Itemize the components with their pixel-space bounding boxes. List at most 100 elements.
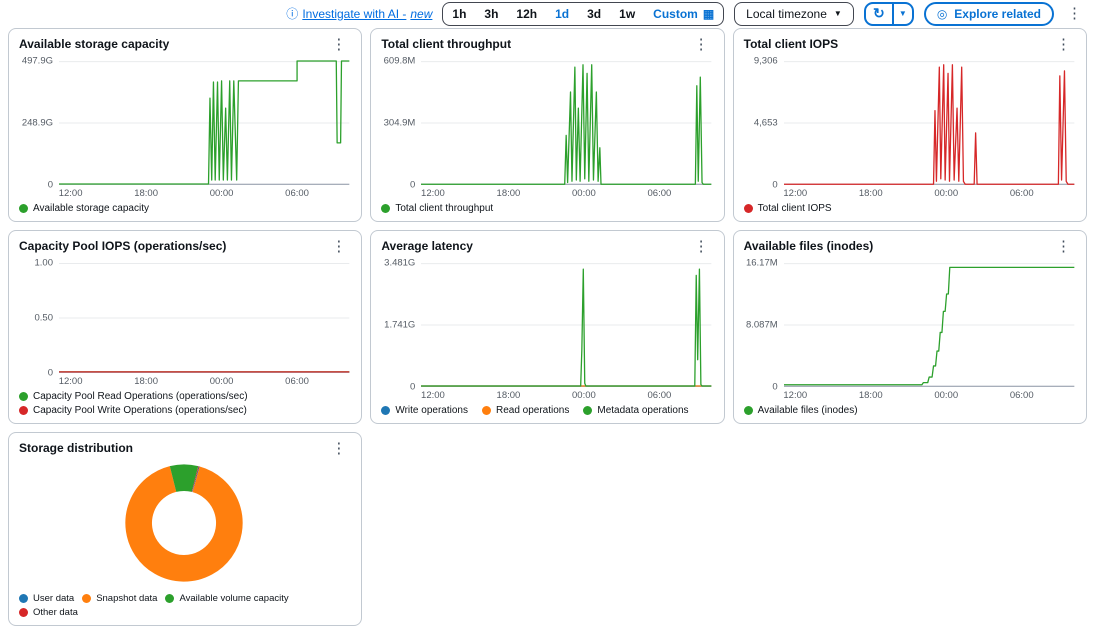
time-range-label: 3h <box>484 6 499 21</box>
x-axis-label: 00:00 <box>209 188 234 199</box>
legend-label: Available files (inodes) <box>757 405 858 416</box>
legend-marker <box>19 204 28 213</box>
chart-legend: Total client throughput <box>381 200 711 214</box>
legend-marker <box>743 204 753 213</box>
chart-title: Total client throughput <box>381 37 512 51</box>
legend-label: Capacity Pool Write Operations (operatio… <box>33 405 247 416</box>
time-range-custom[interactable]: Custom ▦ <box>644 3 723 25</box>
legend-marker <box>19 608 28 617</box>
legend-item[interactable]: Read operations <box>481 405 570 416</box>
legend-marker <box>19 406 28 415</box>
kebab-icon: ⋮ <box>1067 5 1082 22</box>
time-range-1h[interactable]: 1h <box>443 3 475 25</box>
legend-item[interactable]: Capacity Pool Read Operations (operation… <box>19 391 248 402</box>
time-range-12h[interactable]: 12h <box>507 3 546 25</box>
time-range-label: 1d <box>555 6 570 21</box>
y-axis: 1.00 0.50 0 <box>19 258 59 379</box>
y-axis-label: 609.8M <box>383 55 416 67</box>
chart-title: Capacity Pool IOPS (operations/sec) <box>19 239 227 253</box>
legend-item[interactable]: Metadata operations <box>583 405 689 416</box>
time-range-label: 12h <box>516 6 538 21</box>
legend-item[interactable]: Capacity Pool Write Operations (operatio… <box>19 405 247 416</box>
kebab-icon: ⋮ <box>331 238 347 255</box>
time-range-1d[interactable]: 1d <box>546 3 578 25</box>
x-axis: 12:00 18:00 00:00 06:00 <box>783 387 1074 402</box>
legend-label: Total client throughput <box>395 203 494 214</box>
legend-item[interactable]: Other data <box>19 607 78 618</box>
x-axis-label: 12:00 <box>783 188 808 199</box>
x-axis-label: 06:00 <box>647 188 672 199</box>
legend-marker <box>19 594 28 603</box>
toolbar-menu-button[interactable]: ⋮ <box>1064 6 1085 21</box>
chart-plot[interactable] <box>421 263 711 387</box>
refresh-options-button[interactable]: ▼ <box>891 3 912 24</box>
y-axis-label: 8.087M <box>745 319 778 331</box>
chart-plot[interactable] <box>59 263 349 373</box>
chart-legend: User data Snapshot data Available volume c… <box>19 590 349 618</box>
time-range-3d[interactable]: 3d <box>578 3 610 25</box>
legend-item[interactable]: Total client IOPS <box>743 203 832 214</box>
chart-menu-button[interactable]: ⋮ <box>1053 239 1074 254</box>
chart-plot[interactable] <box>784 61 1074 185</box>
donut-chart[interactable] <box>19 456 349 590</box>
legend-item[interactable]: Snapshot data <box>82 593 157 604</box>
investigate-with-ai-link[interactable]: ⓘ Investigate with AI - new <box>286 5 432 22</box>
x-axis-label: 00:00 <box>572 188 596 199</box>
chart-legend: Available files (inodes) <box>743 402 1074 416</box>
legend-marker <box>381 406 391 415</box>
explore-related-button[interactable]: ◎ Explore related <box>923 1 1054 26</box>
chart-card-total-client-throughput: Total client throughput ⋮ 609.8M 304.9M 0 … <box>370 28 725 222</box>
chart-menu-button[interactable]: ⋮ <box>328 37 349 52</box>
y-axis-label: 0 <box>47 367 53 379</box>
x-axis-label: 12:00 <box>58 188 83 199</box>
chart-card-storage-distribution: Storage distribution ⋮ User data Snapshot… <box>8 432 363 626</box>
chart-plot[interactable] <box>59 61 349 185</box>
chart-card-capacity-pool-iops: Capacity Pool IOPS (operations/sec) ⋮ 1.… <box>8 230 363 424</box>
chart-menu-button[interactable]: ⋮ <box>1053 37 1074 52</box>
legend-marker <box>481 406 491 415</box>
chart-title: Average latency <box>381 239 473 253</box>
chart-plot[interactable] <box>784 263 1074 387</box>
legend-item[interactable]: User data <box>19 593 74 604</box>
legend-item[interactable]: Available volume capacity <box>165 593 289 604</box>
refresh-icon: ↻ <box>872 5 885 21</box>
x-axis-label: 18:00 <box>134 188 158 199</box>
y-axis-label: 16.17M <box>745 257 778 269</box>
x-axis-label: 18:00 <box>496 390 521 401</box>
y-axis-label: 497.9G <box>21 55 53 67</box>
legend-item[interactable]: Write operations <box>381 405 468 416</box>
chart-legend: Total client IOPS <box>743 200 1074 214</box>
x-axis: 12:00 18:00 00:00 06:00 <box>421 387 711 402</box>
chart-menu-button[interactable]: ⋮ <box>691 239 712 254</box>
kebab-icon: ⋮ <box>1056 238 1071 255</box>
x-axis-label: 18:00 <box>858 188 883 199</box>
chart-title: Available files (inodes) <box>743 239 874 253</box>
legend-label: Read operations <box>495 405 570 416</box>
x-axis-label: 12:00 <box>58 376 83 387</box>
chart-title: Available storage capacity <box>19 37 170 51</box>
y-axis: 3.481G 1.741G 0 <box>381 258 421 393</box>
time-range-label: 3d <box>587 6 602 21</box>
timezone-dropdown[interactable]: Local timezone ▼ <box>734 1 854 26</box>
legend-item[interactable]: Total client throughput <box>381 203 493 214</box>
y-axis-label: 1.00 <box>34 257 54 269</box>
chart-menu-button[interactable]: ⋮ <box>328 239 349 254</box>
legend-item[interactable]: Available files (inodes) <box>743 405 858 416</box>
chart-menu-button[interactable]: ⋮ <box>328 441 349 456</box>
chart-card-available-files-inodes: Available files (inodes) ⋮ 16.17M 8.087M 0… <box>732 230 1087 424</box>
legend-item[interactable]: Available storage capacity <box>19 203 149 214</box>
kebab-icon: ⋮ <box>693 238 709 255</box>
time-range-1w[interactable]: 1w <box>610 3 644 25</box>
y-axis: 9,306 4,653 0 <box>744 56 784 191</box>
legend-label: Write operations <box>395 405 468 416</box>
refresh-button[interactable]: ↻ <box>866 4 892 24</box>
chart-menu-button[interactable]: ⋮ <box>691 37 712 52</box>
x-axis-label: 12:00 <box>421 390 445 401</box>
legend-marker <box>583 406 593 415</box>
kebab-icon: ⋮ <box>1056 36 1071 53</box>
y-axis-label: 0 <box>772 179 778 191</box>
time-range-3h[interactable]: 3h <box>475 3 507 25</box>
x-axis-label: 06:00 <box>285 376 309 387</box>
legend-label: Available storage capacity <box>33 203 149 214</box>
chart-plot[interactable] <box>421 61 711 185</box>
